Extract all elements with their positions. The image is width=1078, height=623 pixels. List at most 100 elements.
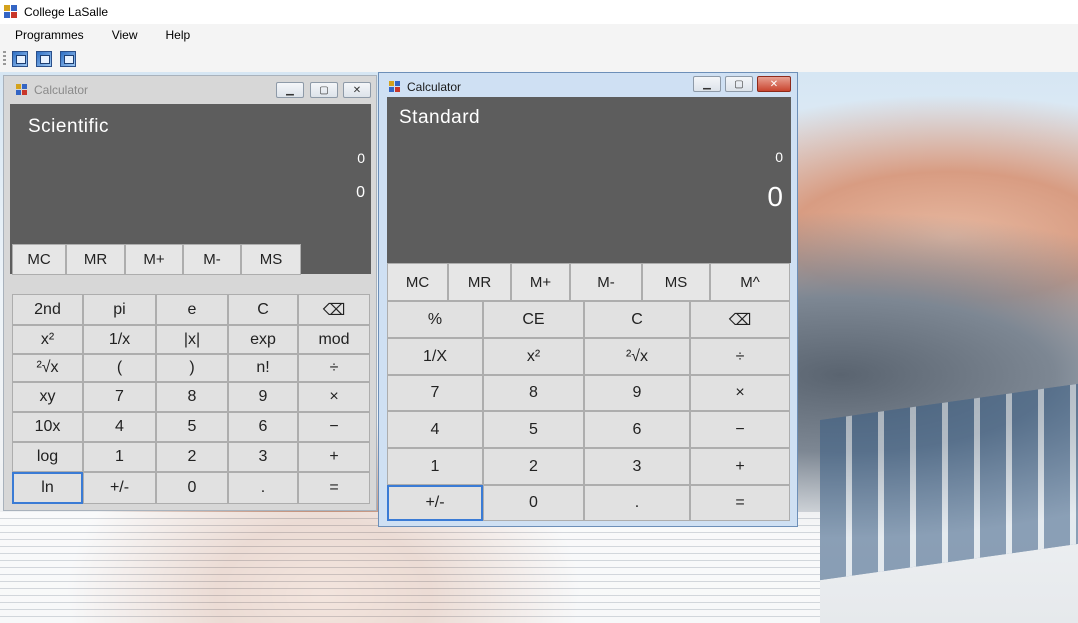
- reciprocal-button[interactable]: 1/x: [83, 325, 156, 354]
- toolbar: [0, 46, 1078, 72]
- m-plus-button[interactable]: M+: [511, 263, 570, 301]
- standard-calculator-window[interactable]: Calculator ▁ ▢ ✕ Standard 0 0 MC MR M+ M- MS…: [378, 72, 798, 527]
- 4-button[interactable]: 4: [83, 412, 156, 442]
- close-icon[interactable]: ✕: [343, 82, 371, 98]
- m-plus-button[interactable]: M+: [125, 244, 183, 275]
- 1-button[interactable]: 1: [387, 448, 483, 485]
- calculator-app-icon: [389, 81, 401, 93]
- equals-button[interactable]: =: [298, 472, 370, 504]
- background-keyboard-image: [820, 383, 1078, 581]
- 8-button[interactable]: 8: [156, 382, 228, 412]
- menu-programmes[interactable]: Programmes: [0, 28, 98, 42]
- pi-button[interactable]: pi: [83, 294, 156, 325]
- sqrt-button[interactable]: ²√x: [12, 354, 83, 382]
- 2-button[interactable]: 2: [156, 442, 228, 472]
- 5-button[interactable]: 5: [483, 411, 584, 448]
- c-button[interactable]: C: [584, 301, 690, 338]
- reciprocal-button[interactable]: 1/X: [387, 338, 483, 375]
- app-title: College LaSalle: [24, 5, 109, 19]
- maximize-icon[interactable]: ▢: [310, 82, 338, 98]
- 5-button[interactable]: 5: [156, 412, 228, 442]
- equals-button[interactable]: =: [690, 485, 790, 521]
- mc-button[interactable]: MC: [387, 263, 448, 301]
- ms-button[interactable]: MS: [642, 263, 710, 301]
- 2nd-button[interactable]: 2nd: [12, 294, 83, 325]
- multiply-button[interactable]: ×: [298, 382, 370, 412]
- 7-button[interactable]: 7: [387, 375, 483, 411]
- toolbar-grip[interactable]: [3, 51, 6, 67]
- minimize-icon[interactable]: ▁: [276, 82, 304, 98]
- 3-button[interactable]: 3: [584, 448, 690, 485]
- 4-button[interactable]: 4: [387, 411, 483, 448]
- 0-button[interactable]: 0: [156, 472, 228, 504]
- close-paren-button[interactable]: ): [156, 354, 228, 382]
- 7-button[interactable]: 7: [83, 382, 156, 412]
- decimal-button[interactable]: .: [228, 472, 298, 504]
- toolbar-picture-icon-2[interactable]: [36, 51, 52, 67]
- c-button[interactable]: C: [228, 294, 298, 325]
- mod-button[interactable]: mod: [298, 325, 370, 354]
- standard-expression: 0: [775, 149, 783, 165]
- open-paren-button[interactable]: (: [83, 354, 156, 382]
- e-button[interactable]: e: [156, 294, 228, 325]
- minimize-icon[interactable]: ▁: [693, 76, 721, 92]
- toolbar-picture-icon-3[interactable]: [60, 51, 76, 67]
- divide-button[interactable]: ÷: [690, 338, 790, 375]
- app-icon: [4, 5, 18, 19]
- xy-button[interactable]: xy: [12, 382, 83, 412]
- maximize-icon[interactable]: ▢: [725, 76, 753, 92]
- negate-button[interactable]: +/-: [83, 472, 156, 504]
- 9-button[interactable]: 9: [228, 382, 298, 412]
- m-minus-button[interactable]: M-: [570, 263, 642, 301]
- menu-view[interactable]: View: [98, 28, 152, 42]
- standard-mode-label: Standard: [399, 107, 481, 128]
- 2-button[interactable]: 2: [483, 448, 584, 485]
- factorial-button[interactable]: n!: [228, 354, 298, 382]
- multiply-button[interactable]: ×: [690, 375, 790, 411]
- calculator-app-icon: [16, 84, 28, 96]
- mc-button[interactable]: MC: [12, 244, 66, 275]
- mr-button[interactable]: MR: [66, 244, 125, 275]
- divide-button[interactable]: ÷: [298, 354, 370, 382]
- percent-button[interactable]: %: [387, 301, 483, 338]
- 0-button[interactable]: 0: [483, 485, 584, 521]
- standard-result: 0: [767, 181, 783, 212]
- abs-button[interactable]: |x|: [156, 325, 228, 354]
- plus-button[interactable]: +: [298, 442, 370, 472]
- backspace-button[interactable]: ⌫: [690, 301, 790, 338]
- standard-window-title: Calculator: [407, 80, 462, 94]
- minus-button[interactable]: −: [690, 411, 790, 448]
- scientific-mode-label: Scientific: [28, 116, 110, 137]
- square-button[interactable]: x²: [483, 338, 584, 375]
- 1-button[interactable]: 1: [83, 442, 156, 472]
- m-caret-button[interactable]: M^: [710, 263, 790, 301]
- minus-button[interactable]: −: [298, 412, 370, 442]
- sqrt-button[interactable]: ²√x: [584, 338, 690, 375]
- 10x-button[interactable]: 10x: [12, 412, 83, 442]
- backspace-button[interactable]: ⌫: [298, 294, 370, 325]
- ms-button[interactable]: MS: [241, 244, 301, 275]
- exp-button[interactable]: exp: [228, 325, 298, 354]
- negate-button[interactable]: +/-: [387, 485, 483, 521]
- 9-button[interactable]: 9: [584, 375, 690, 411]
- toolbar-picture-icon-1[interactable]: [12, 51, 28, 67]
- standard-display-panel: Standard 0 0: [387, 97, 791, 263]
- plus-button[interactable]: +: [690, 448, 790, 485]
- mr-button[interactable]: MR: [448, 263, 511, 301]
- decimal-button[interactable]: .: [584, 485, 690, 521]
- ce-button[interactable]: CE: [483, 301, 584, 338]
- scientific-calculator-window[interactable]: Calculator ▁ ▢ ✕ Scientific 0 0 MC MR M+ M-…: [3, 75, 377, 511]
- m-minus-button[interactable]: M-: [183, 244, 241, 275]
- log-button[interactable]: log: [12, 442, 83, 472]
- scientific-expression: 0: [357, 150, 365, 166]
- 6-button[interactable]: 6: [584, 411, 690, 448]
- close-icon[interactable]: ✕: [757, 76, 791, 92]
- 6-button[interactable]: 6: [228, 412, 298, 442]
- menu-help[interactable]: Help: [151, 28, 204, 42]
- menu-bar: Programmes View Help: [0, 24, 1078, 46]
- 3-button[interactable]: 3: [228, 442, 298, 472]
- scientific-window-title: Calculator: [34, 83, 89, 97]
- square-button[interactable]: x²: [12, 325, 83, 354]
- ln-button[interactable]: ln: [12, 472, 83, 504]
- 8-button[interactable]: 8: [483, 375, 584, 411]
